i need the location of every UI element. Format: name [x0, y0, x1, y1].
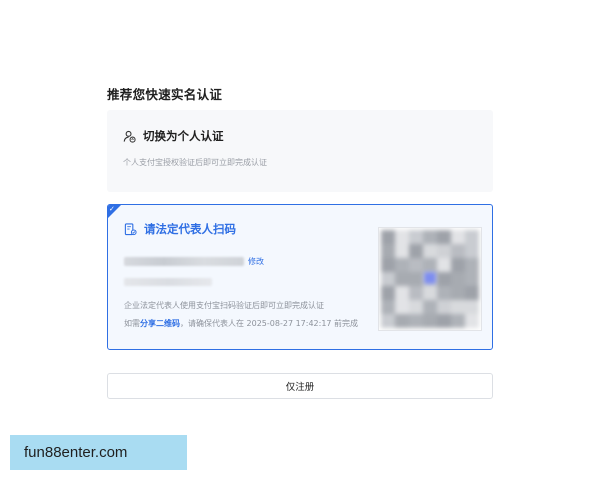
qr-pixel — [437, 244, 451, 258]
scan-code-icon — [124, 222, 137, 236]
blurred-representative-id — [124, 278, 212, 286]
qr-pixel — [395, 244, 409, 258]
qr-pixel — [423, 300, 437, 314]
note-prefix: 如需 — [124, 319, 140, 328]
personal-card-title-row: 切换为个人认证 — [123, 128, 224, 144]
qr-pixel — [381, 230, 395, 244]
qr-pixel — [395, 258, 409, 272]
qr-pixel — [423, 258, 437, 272]
qr-pixel — [395, 286, 409, 300]
qr-pixel — [451, 258, 465, 272]
page: 推荐您快速实名认证 切换为个人认证 个人支付宝授权验证后即可立即完成认证 ✓ 请… — [0, 0, 600, 480]
qr-pixel — [395, 272, 409, 286]
edit-representative-link[interactable]: 修改 — [248, 256, 264, 267]
qr-pixel — [423, 244, 437, 258]
qr-pixel — [381, 244, 395, 258]
qr-pixel — [395, 300, 409, 314]
qr-pixel — [437, 258, 451, 272]
qr-pixel — [409, 314, 423, 328]
qr-pixel — [381, 314, 395, 328]
register-only-button[interactable]: 仅注册 — [107, 373, 493, 399]
qr-pixel — [451, 286, 465, 300]
qr-pixel — [451, 300, 465, 314]
qr-pixel — [409, 244, 423, 258]
note-suffix: ，请确保代表人在 2025-08-27 17:42:17 前完成 — [180, 319, 359, 328]
qr-pixel — [451, 272, 465, 286]
personal-certification-card[interactable]: 切换为个人认证 个人支付宝授权验证后即可立即完成认证 — [107, 110, 493, 192]
qr-pixel — [423, 286, 437, 300]
qr-pixel — [381, 272, 395, 286]
qr-pixel — [423, 314, 437, 328]
qr-pixel — [423, 230, 437, 244]
legal-card-title: 请法定代表人扫码 — [144, 222, 236, 236]
legal-card-note: 如需分享二维码，请确保代表人在 2025-08-27 17:42:17 前完成 — [124, 318, 358, 329]
qr-pixel — [451, 230, 465, 244]
qr-pixel — [465, 230, 479, 244]
share-qr-code-link[interactable]: 分享二维码 — [140, 319, 180, 328]
qr-pixel — [409, 286, 423, 300]
legal-representative-scan-card[interactable]: ✓ 请法定代表人扫码 修改 企业法定代表人使用支付宝扫码验证后即可立即完成认证 … — [107, 204, 493, 350]
qr-pixel — [395, 314, 409, 328]
qr-pixel — [451, 314, 465, 328]
watermark-label: fun88enter.com — [10, 435, 187, 470]
qr-pixel — [381, 258, 395, 272]
qr-pixel — [381, 286, 395, 300]
qr-pixel — [409, 272, 423, 286]
qr-pixel — [437, 286, 451, 300]
qr-pixel — [465, 286, 479, 300]
blurred-representative-name — [124, 257, 244, 266]
qr-pixel — [381, 300, 395, 314]
qr-pixel — [437, 272, 451, 286]
qr-pixel — [395, 230, 409, 244]
qr-code — [378, 227, 482, 331]
qr-pixel — [437, 230, 451, 244]
check-icon: ✓ — [109, 205, 115, 213]
personal-card-title: 切换为个人认证 — [143, 129, 224, 143]
qr-pixel — [437, 300, 451, 314]
person-switch-icon — [123, 130, 136, 143]
qr-pixel — [409, 258, 423, 272]
qr-pixel — [465, 258, 479, 272]
qr-pixel — [451, 244, 465, 258]
qr-pixel — [409, 230, 423, 244]
page-heading: 推荐您快速实名认证 — [107, 87, 223, 102]
legal-card-description: 企业法定代表人使用支付宝扫码验证后即可立即完成认证 — [124, 301, 324, 310]
legal-card-title-row: 请法定代表人扫码 — [124, 221, 236, 237]
qr-pixel — [465, 300, 479, 314]
qr-pixel — [409, 300, 423, 314]
qr-center-logo — [424, 272, 436, 284]
qr-pixel — [465, 272, 479, 286]
personal-card-description: 个人支付宝授权验证后即可立即完成认证 — [123, 158, 267, 167]
qr-pixel — [437, 314, 451, 328]
qr-pixel — [465, 314, 479, 328]
qr-pixel — [465, 244, 479, 258]
